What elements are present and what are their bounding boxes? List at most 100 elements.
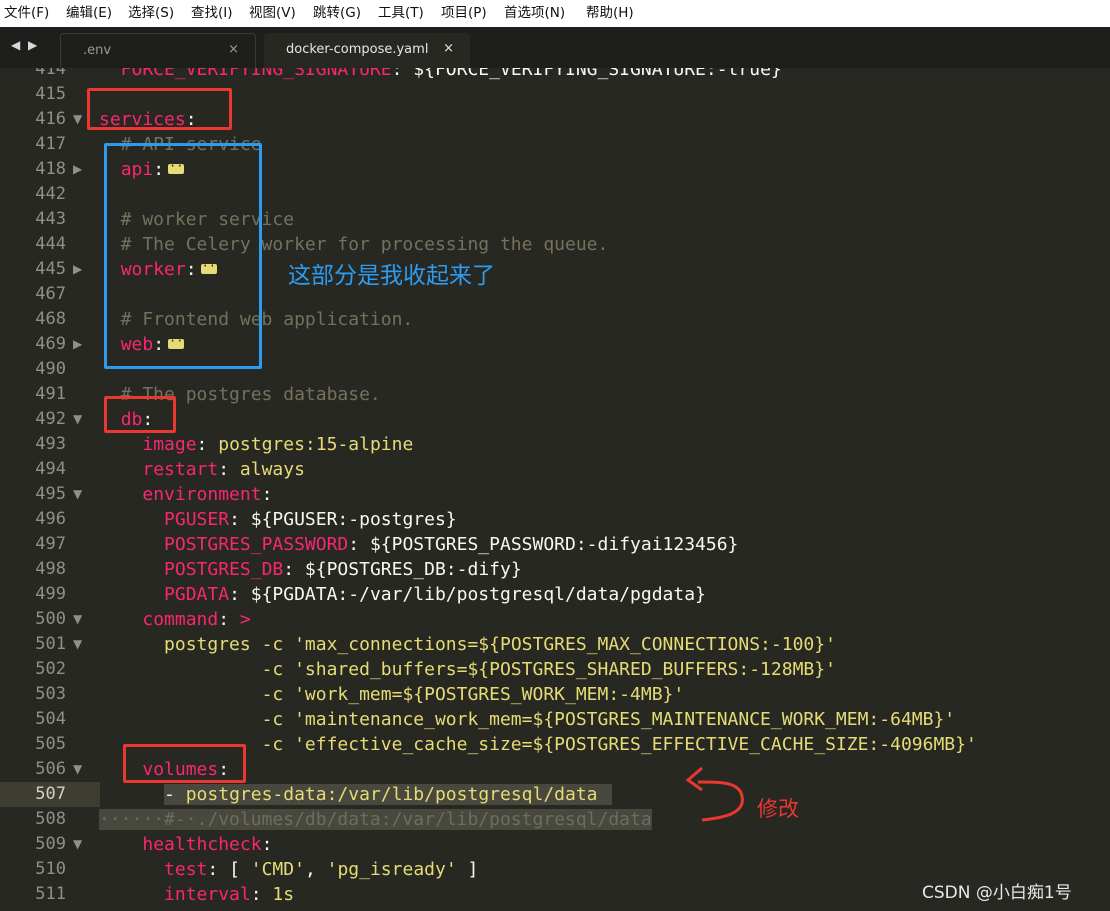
menu-item[interactable]: 帮助(H) xyxy=(586,0,634,27)
line-number: 512 xyxy=(6,907,66,911)
tab-label: .env xyxy=(83,43,112,58)
code-text: PGDATA: ${PGDATA:-/var/lib/postgresql/da… xyxy=(99,582,706,607)
close-icon[interactable]: × xyxy=(443,41,454,56)
code-token: PGDATA xyxy=(164,584,230,605)
menu-item[interactable]: 视图(V) xyxy=(249,0,296,27)
line-number: 418 xyxy=(35,159,66,179)
code-token: : ${FORCE_VERIFYING_SIGNATURE:-true} xyxy=(391,68,782,80)
code-line[interactable]: 498 POSTGRES_DB: ${POSTGRES_DB:-dify} xyxy=(0,557,1110,582)
line-number: 503 xyxy=(35,684,66,704)
code-line[interactable]: 502 -c 'shared_buffers=${POSTGRES_SHARED… xyxy=(0,657,1110,682)
fold-collapsed-icon[interactable]: ▶ xyxy=(73,157,82,182)
line-number: 491 xyxy=(35,384,66,404)
code-line[interactable]: 509 ▼ healthcheck: xyxy=(0,832,1110,857)
code-text: interval: 1s xyxy=(99,882,294,907)
menu-item[interactable]: 文件(F) xyxy=(4,0,49,27)
tab-env[interactable]: .env × xyxy=(60,33,256,68)
line-number: 508 xyxy=(35,809,66,829)
line-number: 494 xyxy=(35,459,66,479)
code-line[interactable]: 497 POSTGRES_PASSWORD: ${POSTGRES_PASSWO… xyxy=(0,532,1110,557)
fold-expanded-icon[interactable]: ▼ xyxy=(73,832,82,857)
code-token: test xyxy=(164,859,208,880)
menu-item[interactable]: 编辑(E) xyxy=(66,0,112,27)
menu-item[interactable]: 选择(S) xyxy=(128,0,174,27)
line-number: 443 xyxy=(35,209,66,229)
code-token: : [ xyxy=(207,859,251,880)
code-line[interactable]: 414 FORCE_VERIFYING_SIGNATURE: ${FORCE_V… xyxy=(0,68,1110,82)
line-number: 467 xyxy=(35,284,66,304)
collapsed-note: 这部分是我收起来了 xyxy=(288,263,495,289)
code-token: restart xyxy=(142,459,219,480)
menu-item[interactable]: 查找(I) xyxy=(191,0,233,27)
fold-expanded-icon[interactable]: ▼ xyxy=(73,607,82,632)
forward-arrow-icon[interactable]: ▶ xyxy=(28,38,37,52)
code-line[interactable]: 499 PGDATA: ${PGDATA:-/var/lib/postgresq… xyxy=(0,582,1110,607)
code-token: -c 'shared_buffers=${POSTGRES_SHARED_BUF… xyxy=(261,659,836,680)
fold-collapsed-icon[interactable]: ▶ xyxy=(73,257,82,282)
back-arrow-icon[interactable]: ◀ xyxy=(11,38,20,52)
line-number: 469 xyxy=(35,334,66,354)
menu-item[interactable]: 项目(P) xyxy=(441,0,487,27)
code-token: ] xyxy=(456,859,479,880)
db-highlight-box xyxy=(104,396,176,433)
close-icon[interactable]: × xyxy=(228,42,239,57)
code-token: -c 'maintenance_work_mem=${POSTGRES_MAIN… xyxy=(261,709,956,730)
line-number: 496 xyxy=(35,509,66,529)
fold-expanded-icon[interactable]: ▼ xyxy=(73,757,82,782)
code-line[interactable]: 494 restart: always xyxy=(0,457,1110,482)
code-line[interactable]: 504 -c 'maintenance_work_mem=${POSTGRES_… xyxy=(0,707,1110,732)
code-text: - postgres-data:/var/lib/postgresql/data xyxy=(99,782,612,807)
code-token: environment xyxy=(142,484,262,505)
menu-item[interactable]: 跳转(G) xyxy=(313,0,361,27)
line-number: 499 xyxy=(35,584,66,604)
code-token: healthcheck xyxy=(142,834,262,855)
fold-expanded-icon[interactable]: ▼ xyxy=(73,107,82,132)
code-token: -c 'work_mem=${POSTGRES_WORK_MEM:-4MB}' xyxy=(261,684,685,705)
code-token: ······#-·./volumes/db/data:/var/lib/post… xyxy=(99,809,652,830)
code-text: timeout: 3s xyxy=(99,907,283,911)
code-token: : ${POSTGRES_DB:-dify} xyxy=(283,559,522,580)
code-token: 'CMD' xyxy=(250,859,305,880)
code-line[interactable]: 512 timeout: 3s xyxy=(0,907,1110,911)
menu-item[interactable]: 首选项(N) xyxy=(504,0,565,27)
tab-bar: ◀ ▶ .env × docker-compose.yaml × xyxy=(0,27,1110,68)
code-token: : ${PGUSER:-postgres} xyxy=(229,509,457,530)
code-text: healthcheck: xyxy=(99,832,272,857)
code-token: postgres:15-alpine xyxy=(218,434,414,455)
code-token: : xyxy=(218,459,240,480)
code-line[interactable]: 507 - postgres-data:/var/lib/postgresql/… xyxy=(0,782,612,807)
code-line[interactable]: 495 ▼ environment: xyxy=(0,482,1110,507)
code-line[interactable]: 496 PGUSER: ${PGUSER:-postgres} xyxy=(0,507,1110,532)
tab-docker-compose[interactable]: docker-compose.yaml × xyxy=(264,33,470,68)
line-number: 500 xyxy=(35,609,66,629)
fold-collapsed-icon[interactable]: ▶ xyxy=(73,332,82,357)
fold-expanded-icon[interactable]: ▼ xyxy=(73,632,82,657)
code-line[interactable]: 503 -c 'work_mem=${POSTGRES_WORK_MEM:-4M… xyxy=(0,682,1110,707)
line-number: 504 xyxy=(35,709,66,729)
code-token: : xyxy=(250,884,273,905)
line-number: 442 xyxy=(35,184,66,204)
code-token: 1s xyxy=(272,884,295,905)
fold-expanded-icon[interactable]: ▼ xyxy=(73,407,82,432)
line-number: 417 xyxy=(35,134,66,154)
code-text: -c 'maintenance_work_mem=${POSTGRES_MAIN… xyxy=(99,707,956,732)
code-text: restart: always xyxy=(99,457,305,482)
fold-expanded-icon[interactable]: ▼ xyxy=(73,482,82,507)
code-line[interactable]: 501 ▼ postgres -c 'max_connections=${POST… xyxy=(0,632,1110,657)
code-token: POSTGRES_DB xyxy=(164,559,284,580)
line-number: 506 xyxy=(35,759,66,779)
code-line[interactable]: 500 ▼ command: > xyxy=(0,607,1110,632)
code-line[interactable]: 493 image: postgres:15-alpine xyxy=(0,432,1110,457)
code-token: image xyxy=(142,434,197,455)
menu-item[interactable]: 工具(T) xyxy=(378,0,424,27)
code-line[interactable]: 508 ······#-·./volumes/db/data:/var/lib/p… xyxy=(0,807,1110,832)
code-token: command xyxy=(142,609,219,630)
